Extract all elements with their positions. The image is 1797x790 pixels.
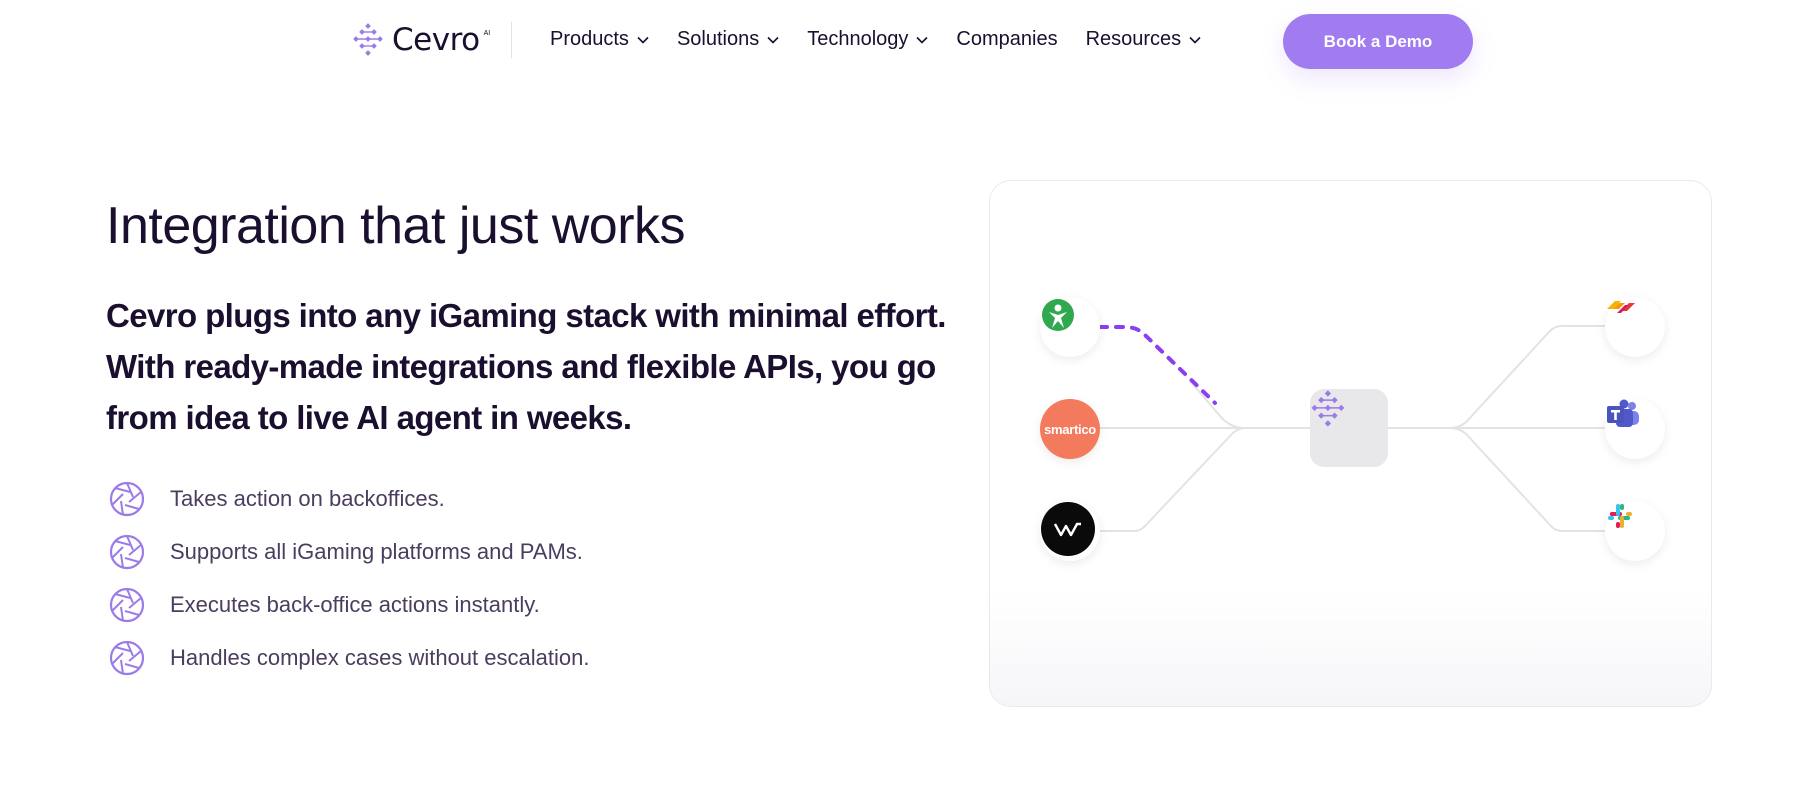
cevro-logo-icon xyxy=(353,23,383,56)
feature-item: Executes back-office actions instantly. xyxy=(108,578,589,631)
integration-node-right-1[interactable] xyxy=(1605,297,1665,357)
cevro-logo-icon xyxy=(1311,390,1345,427)
nav-item-label: Resources xyxy=(1085,28,1182,50)
aperture-icon xyxy=(109,587,145,622)
feature-text: Takes action on backoffices. xyxy=(170,485,445,511)
chevron-down-icon xyxy=(767,36,779,44)
integration-node-w-brand[interactable] xyxy=(1040,501,1100,561)
chevron-down-icon xyxy=(637,36,649,44)
active-connection-line xyxy=(1098,325,1217,405)
feature-item: Supports all iGaming platforms and PAMs. xyxy=(108,525,589,578)
zendesk-style-logo-icon xyxy=(1607,301,1635,313)
nav-item-companies[interactable]: Companies xyxy=(956,28,1057,51)
chevron-down-icon xyxy=(1189,36,1201,44)
page-title: Integration that just works xyxy=(106,197,686,255)
teams-logo-icon xyxy=(1607,399,1639,427)
nav-item-solutions[interactable]: Solutions xyxy=(677,28,779,51)
feature-item: Takes action on backoffices. xyxy=(108,472,589,525)
aperture-icon xyxy=(109,481,145,516)
nav-item-products[interactable]: Products xyxy=(550,28,649,51)
w-brand-logo-icon xyxy=(1041,502,1095,556)
integration-diagram-card: smartico xyxy=(989,180,1712,707)
feature-text: Executes back-office actions instantly. xyxy=(170,591,540,617)
logo-trademark: AI xyxy=(483,29,491,37)
nav-item-label: Products xyxy=(550,28,629,50)
nav-item-resources[interactable]: Resources xyxy=(1086,28,1202,51)
nav-item-technology[interactable]: Technology xyxy=(807,28,928,51)
smartico-logo-icon: smartico xyxy=(1044,421,1096,437)
nav-item-label: Companies xyxy=(956,28,1058,50)
chevron-down-icon xyxy=(916,36,928,44)
nav-divider xyxy=(511,22,512,58)
nav-item-label: Technology xyxy=(807,28,909,50)
nav-item-label: Solutions xyxy=(676,28,760,50)
nav-menu: Products Solutions Technology Companies … xyxy=(550,28,1229,51)
feature-text: Handles complex cases without escalation… xyxy=(170,644,590,670)
cevro-hub xyxy=(1310,389,1388,467)
feature-text: Supports all iGaming platforms and PAMs. xyxy=(170,538,583,564)
feature-item: Handles complex cases without escalation… xyxy=(108,631,589,684)
slack-logo-icon xyxy=(1608,504,1632,528)
integration-node-teams[interactable] xyxy=(1605,399,1665,459)
logo-text: Cevro xyxy=(392,22,480,58)
integration-node-smartico[interactable]: smartico xyxy=(1040,399,1100,459)
cevro-logo[interactable]: Cevro AI xyxy=(352,22,490,58)
integration-node-evolution[interactable] xyxy=(1040,297,1100,357)
integration-node-slack[interactable] xyxy=(1605,501,1665,561)
evolution-logo-icon xyxy=(1042,299,1074,331)
aperture-icon xyxy=(109,534,145,569)
hero-lead: Cevro plugs into any iGaming stack with … xyxy=(106,297,946,436)
feature-list: Takes action on backoffices. Supports al… xyxy=(108,472,589,684)
aperture-icon xyxy=(109,640,145,675)
top-navigation: Cevro AI Products Solutions Technology C… xyxy=(0,0,1797,82)
book-demo-button[interactable]: Book a Demo xyxy=(1283,14,1473,69)
